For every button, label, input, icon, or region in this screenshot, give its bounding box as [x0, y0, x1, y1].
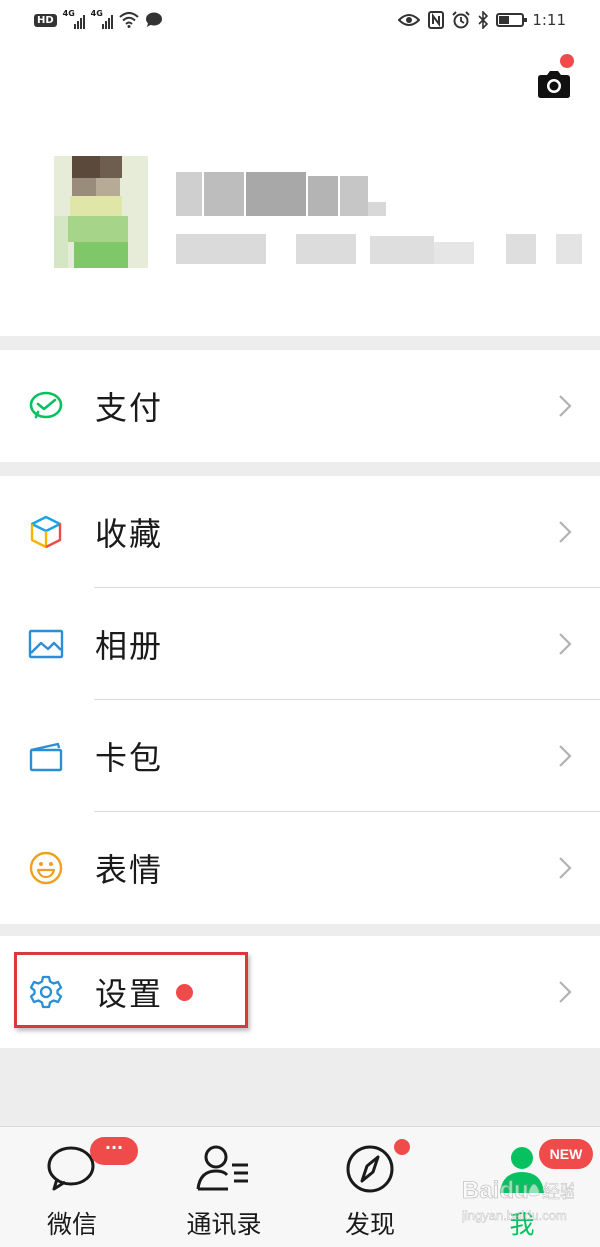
- baidu-jingyan-watermark: Baidu 经验 jingyan.baidu.com: [462, 1177, 574, 1224]
- cellular-signal-icon: 4G: [63, 9, 85, 29]
- menu-item-stickers[interactable]: 表情: [0, 812, 600, 924]
- clock: 1:11: [532, 11, 566, 29]
- contacts-icon: [196, 1145, 248, 1191]
- tab-label-contacts: 通讯录: [186, 1210, 262, 1239]
- tab-contacts[interactable]: 通讯录: [164, 1127, 284, 1247]
- tab-discover[interactable]: 发现: [310, 1127, 430, 1247]
- card-wallet-icon: [29, 742, 63, 772]
- svg-text:经验: 经验: [542, 1182, 574, 1203]
- me-new-badge: NEW: [539, 1139, 593, 1169]
- menu-item-cards[interactable]: 卡包: [0, 700, 600, 812]
- discover-notification-dot: [394, 1139, 410, 1155]
- chevron-right-icon: [559, 633, 572, 655]
- menu-item-favorites[interactable]: 收藏: [0, 476, 600, 588]
- chevron-right-icon: [559, 745, 572, 767]
- camera-notification-dot: [560, 54, 574, 68]
- menu-item-pay[interactable]: 支付: [0, 350, 600, 462]
- favorites-cube-icon: [30, 515, 62, 549]
- status-bar: HD 4G 4G 1:11: [0, 0, 600, 42]
- message-bubble-icon: [145, 12, 162, 27]
- camera-icon[interactable]: [536, 66, 572, 102]
- wifi-icon: [119, 12, 139, 28]
- status-left: HD 4G 4G: [34, 9, 163, 30]
- menu-label-cards: 卡包: [95, 739, 164, 777]
- chevron-right-icon: [559, 521, 572, 543]
- svg-text:jingyan.baidu.com: jingyan.baidu.com: [462, 1208, 567, 1223]
- annotation-highlight-box: [14, 952, 248, 1028]
- chats-badge: ···: [90, 1137, 138, 1165]
- tab-label-chats: 微信: [46, 1210, 97, 1239]
- chevron-right-icon: [559, 395, 572, 417]
- svg-text:Baidu: Baidu: [462, 1177, 529, 1204]
- menu-item-album[interactable]: 相册: [0, 588, 600, 700]
- menu-label-favorites: 收藏: [95, 515, 164, 553]
- hd-indicator: HD: [34, 13, 57, 27]
- pay-section: 支付: [0, 350, 600, 462]
- tab-label-discover: 发现: [344, 1210, 395, 1239]
- menu-label-album: 相册: [95, 627, 164, 665]
- profile-header[interactable]: [0, 42, 600, 336]
- compass-icon: [346, 1145, 394, 1193]
- smiley-icon: [29, 851, 63, 885]
- menu-label-stickers: 表情: [95, 851, 164, 889]
- chevron-right-icon: [559, 981, 572, 1003]
- alarm-icon: [452, 11, 471, 29]
- status-right: 1:11: [398, 10, 566, 30]
- bluetooth-icon: [478, 11, 489, 29]
- chevron-right-icon: [559, 857, 572, 879]
- cellular-signal-icon-2: 4G: [91, 9, 113, 29]
- eye-comfort-icon: [398, 14, 421, 26]
- services-section: 收藏 相册 卡包 表情: [0, 476, 600, 924]
- menu-label-pay: 支付: [95, 389, 164, 427]
- album-image-icon: [28, 629, 64, 659]
- battery-icon: [496, 13, 528, 27]
- avatar[interactable]: [54, 156, 148, 268]
- pay-check-icon: [29, 391, 63, 419]
- nfc-icon: [428, 11, 445, 29]
